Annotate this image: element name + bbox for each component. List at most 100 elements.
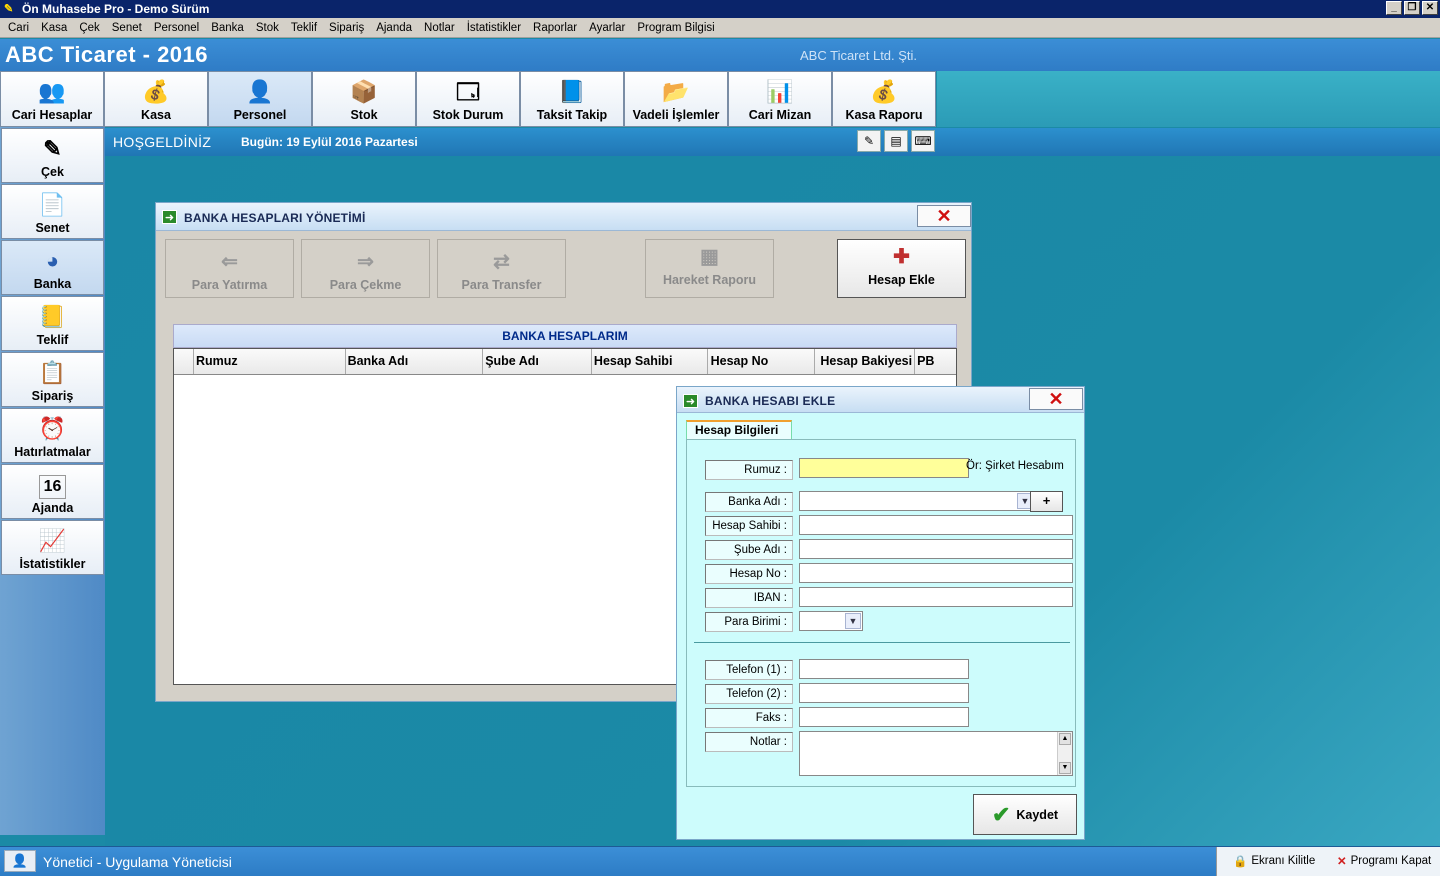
column-header-sube-adi[interactable]: Şube Adı [483,349,592,374]
faks-input[interactable] [799,707,969,727]
toolbar-taksit-takip-button[interactable]: 📘 Taksit Takip [520,71,624,127]
para-birimi-label: Para Birimi : [705,612,793,632]
menu-personel[interactable]: Personel [148,18,205,38]
toolbar-cari-hesaplar-button[interactable]: 👥 Cari Hesaplar [0,71,104,127]
faks-label: Faks : [705,708,793,728]
box-icon: 📦 [350,79,378,104]
restore-button[interactable]: ❐ [1404,1,1420,15]
agenda-icon: 16 [38,475,67,499]
menu-ayarlar[interactable]: Ayarlar [583,18,631,38]
toolbar-kasa-raporu-button[interactable]: 💰 Kasa Raporu [832,71,936,127]
hesap-sahibi-label: Hesap Sahibi : [705,516,793,536]
rumuz-input[interactable] [799,458,969,478]
transfer-button[interactable]: ⇄ Para Transfer [437,239,566,298]
toolbar-label: Stok Durum [432,108,504,122]
current-user: Yönetici - Uygulama Yöneticisi [43,854,232,870]
menu-cek[interactable]: Çek [73,18,105,38]
chevron-down-icon[interactable]: ▼ [845,613,861,629]
sidebar-item-istatistikler[interactable]: 📈 İstatistikler [1,520,104,575]
sidebar-item-label: Ajanda [31,501,74,515]
sidebar-item-teklif[interactable]: 📒 Teklif [1,296,104,351]
scroll-down-icon[interactable]: ▼ [1059,762,1071,774]
menu-stok[interactable]: Stok [250,18,285,38]
save-button[interactable]: ✔ Kaydet [973,794,1077,835]
menu-cari[interactable]: Cari [2,18,35,38]
sidebar-item-banka[interactable]: ◕ Banka [1,240,104,295]
toolbar-stok-durum-button[interactable]: 🗔 Stok Durum [416,71,520,127]
bank-window-header: ➜ BANKA HESAPLARI YÖNETİMİ ✕ [156,203,971,231]
note-icon[interactable]: ✎ [857,130,881,152]
grid-title: BANKA HESAPLARIM [173,324,957,348]
hesap-sahibi-input[interactable] [799,515,1073,535]
close-icon[interactable]: ✕ [1029,388,1083,410]
window-icon: 🗔 [456,79,480,104]
toolbar-personel-button[interactable]: 👤 Personel [208,71,312,127]
menu-notlar[interactable]: Notlar [418,18,461,38]
iban-input[interactable] [799,587,1073,607]
keyboard-icon[interactable]: ⌨ [911,130,935,152]
transaction-report-button[interactable]: ▦ Hareket Raporu [645,239,774,298]
status-bar: 👤 Yönetici - Uygulama Yöneticisi 🔒 Ekran… [0,846,1440,876]
menu-teklif[interactable]: Teklif [285,18,323,38]
lock-screen-button[interactable]: 🔒 Ekranı Kilitle [1233,854,1315,868]
add-dialog-header: ➜ BANKA HESABI EKLE ✕ [677,387,1084,413]
tab-hesap-bilgileri[interactable]: Hesap Bilgileri [686,420,792,440]
para-birimi-select[interactable]: ▼ [799,611,863,631]
transaction-report-label: Hareket Raporu [662,273,757,287]
sube-adi-input[interactable] [799,539,1073,559]
row-selector-header [174,349,194,374]
column-header-hesap-no[interactable]: Hesap No [708,349,816,374]
notlar-textarea[interactable]: ▲ ▼ [799,731,1073,776]
coins-icon: 💰 [142,79,170,104]
add-account-button[interactable]: ✚ Hesap Ekle [837,239,966,298]
scroll-up-icon[interactable]: ▲ [1059,733,1071,745]
sidebar-item-ajanda[interactable]: 16 Ajanda [1,464,104,519]
telefon2-label: Telefon (2) : [705,684,793,704]
sidebar-item-senet[interactable]: 📄 Senet [1,184,104,239]
toolbar-cari-mizan-button[interactable]: 📊 Cari Mizan [728,71,832,127]
menu-ajanda[interactable]: Ajanda [370,18,418,38]
menu-istatistikler[interactable]: İstatistikler [461,18,527,38]
menu-banka[interactable]: Banka [205,18,250,38]
calendar-icon: 📘 [558,79,586,104]
statistics-icon: 📈 [38,528,67,553]
company-header: ABC Ticaret - 2016 ABC Ticaret Ltd. Şti. [0,39,1440,71]
deposit-button[interactable]: ⇐ Para Yatırma [165,239,294,298]
calculator-icon[interactable]: ▤ [884,130,908,152]
withdraw-button[interactable]: ⇒ Para Çekme [301,239,430,298]
close-window-button[interactable]: ✕ [1422,1,1438,15]
column-header-rumuz[interactable]: Rumuz [194,349,346,374]
menu-program-bilgisi[interactable]: Program Bilgisi [631,18,720,38]
close-icon[interactable]: ✕ [917,205,971,227]
notlar-scrollbar[interactable]: ▲ ▼ [1057,732,1072,775]
telefon2-input[interactable] [799,683,969,703]
company-legal-name: ABC Ticaret Ltd. Şti. [800,48,918,63]
telefon1-input[interactable] [799,659,969,679]
toolbar-label: Vadeli İşlemler [632,108,720,122]
menu-raporlar[interactable]: Raporlar [527,18,583,38]
hesap-no-input[interactable] [799,563,1073,583]
sidebar-item-hatirlatmalar[interactable]: ⏰ Hatırlatmalar [1,408,104,463]
minimize-button[interactable]: _ [1386,1,1402,15]
column-header-hesap-bakiyesi[interactable]: Hesap Bakiyesi [815,349,916,374]
toolbar-stok-button[interactable]: 📦 Stok [312,71,416,127]
sidebar-item-siparis[interactable]: 📋 Sipariş [1,352,104,407]
rumuz-label: Rumuz : [705,460,793,480]
person-icon: 👤 [246,79,274,104]
banka-adi-select[interactable]: ▼ [799,491,1035,511]
notebook-icon: 📒 [38,304,67,329]
column-header-banka-adi[interactable]: Banka Adı [346,349,484,374]
column-header-hesap-sahibi[interactable]: Hesap Sahibi [592,349,708,374]
menu-senet[interactable]: Senet [106,18,148,38]
toolbar-label: Stok [350,108,378,122]
toolbar-vadeli-islemler-button[interactable]: 📂 Vadeli İşlemler [624,71,728,127]
sidebar-item-cek[interactable]: ✎ Çek [1,128,104,183]
close-program-button[interactable]: ✕ Programı Kapat [1337,854,1431,868]
add-bank-button[interactable]: + [1030,491,1063,512]
column-header-pb[interactable]: PB [915,349,956,374]
report-icon: ▦ [700,246,719,268]
toolbar-kasa-button[interactable]: 💰 Kasa [104,71,208,127]
menu-siparis[interactable]: Sipariş [323,18,370,38]
menu-kasa[interactable]: Kasa [35,18,73,38]
sidebar-item-label: Banka [33,277,72,291]
